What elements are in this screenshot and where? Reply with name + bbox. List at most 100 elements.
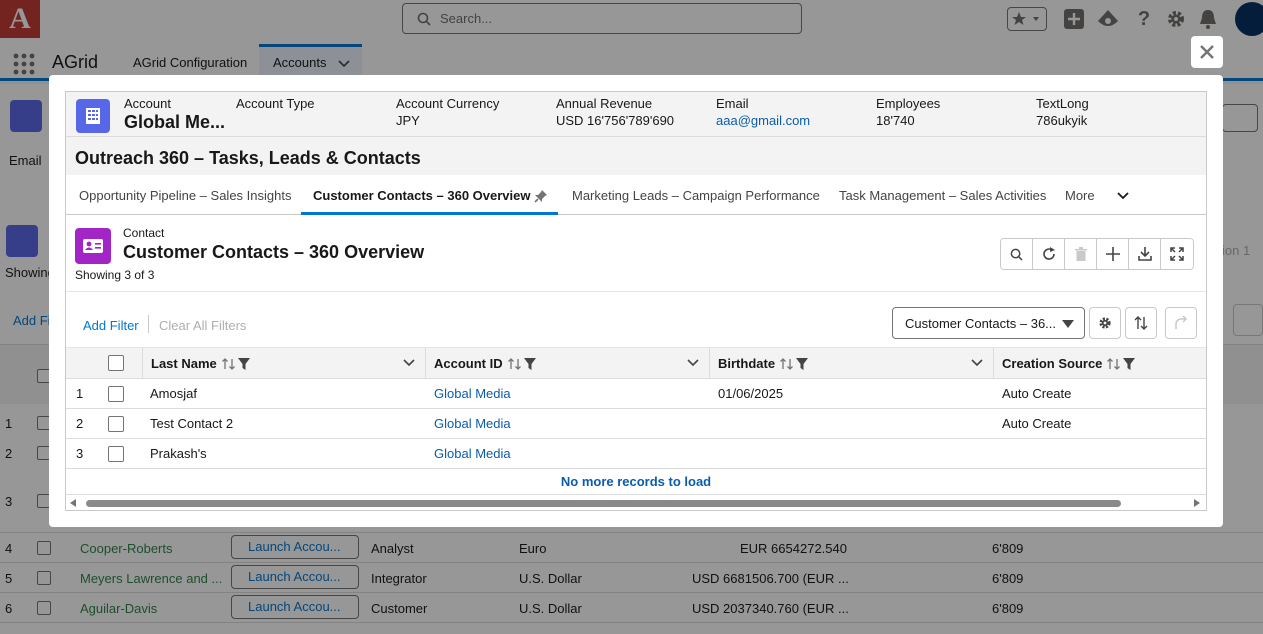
field-label: Account Currency [396, 96, 500, 111]
chevron-down-icon [1117, 192, 1129, 200]
redo-icon [1174, 316, 1188, 330]
tab-more[interactable]: More [1053, 175, 1143, 215]
card-title: Outreach 360 – Tasks, Leads & Contacts [75, 148, 421, 168]
search-icon [1010, 248, 1023, 261]
column-menu-chevron-icon[interactable] [687, 359, 699, 367]
filter-divider [148, 315, 149, 333]
scrollbar-thumb[interactable] [86, 500, 1121, 507]
download-icon [1137, 247, 1152, 261]
account-icon [76, 99, 110, 133]
email-link[interactable]: aaa@gmail.com [716, 112, 810, 130]
clear-all-filters-link[interactable]: Clear All Filters [159, 318, 246, 333]
birthdate-cell: 01/06/2025 [718, 386, 784, 401]
close-icon [1199, 44, 1215, 60]
pin-icon[interactable] [534, 189, 548, 203]
card-header: Outreach 360 – Tasks, Leads & Contacts [66, 137, 1206, 175]
tab-opportunity-pipeline[interactable]: Opportunity Pipeline – Sales Insights [67, 175, 303, 215]
tab-more-label: More [1065, 188, 1095, 203]
object-label: Contact [123, 226, 165, 240]
filter-icon [237, 357, 250, 370]
list-view-selected: Customer Contacts – 36... [905, 315, 1057, 331]
column-header-birthdate[interactable]: Birthdate [709, 348, 993, 379]
row-checkbox[interactable] [108, 446, 124, 462]
column-label: Birthdate [718, 356, 776, 371]
field-account: Account Global Me... [124, 96, 225, 133]
refresh-button[interactable] [1033, 239, 1065, 269]
table-row[interactable]: 2 Test Contact 2 Global Media Auto Creat… [66, 409, 1206, 439]
no-more-records-message: No more records to load [560, 474, 712, 489]
field-annual-revenue: Annual Revenue USD 16'756'789'690 [556, 96, 674, 130]
filter-icon [1123, 357, 1136, 370]
field-employees: Employees 18'740 [876, 96, 940, 130]
row-number: 2 [76, 416, 84, 431]
tab-task-management[interactable]: Task Management – Sales Activities [827, 175, 1058, 215]
download-button[interactable] [1129, 239, 1161, 269]
account-link[interactable]: Global Media [434, 409, 511, 439]
field-value: 18'740 [876, 113, 915, 128]
field-label: Employees [876, 96, 941, 111]
field-value: 786ukyik [1036, 113, 1088, 128]
sort-arrows-icon[interactable] [780, 357, 809, 370]
column-header-account-id[interactable]: Account ID [425, 348, 709, 379]
expand-button[interactable] [1161, 239, 1193, 269]
plus-icon [1105, 247, 1120, 261]
list-header: Contact Customer Contacts – 360 Overview… [66, 216, 1206, 292]
row-number: 1 [76, 386, 84, 401]
field-email: Email aaa@gmail.com [716, 96, 810, 130]
record-highlights-panel: Account Global Me... Account Type Account… [66, 92, 1206, 137]
row-checkbox[interactable] [108, 386, 124, 402]
last-name-cell: Prakash's [150, 446, 207, 461]
account-link[interactable]: Global Media [434, 439, 511, 469]
sort-arrows-icon[interactable] [507, 357, 536, 370]
expand-icon [1170, 247, 1184, 261]
caret-down-icon [1062, 320, 1074, 328]
field-label: Account [124, 96, 171, 111]
sort-arrows-icon[interactable] [221, 357, 250, 370]
column-header-creation-source[interactable]: Creation Source [993, 348, 1206, 379]
select-all-checkbox[interactable] [108, 355, 124, 371]
add-filter-link[interactable]: Add Filter [83, 318, 139, 333]
filter-icon [523, 357, 536, 370]
horizontal-scrollbar[interactable] [66, 494, 1206, 510]
field-account-type: Account Type [236, 96, 315, 112]
column-label: Last Name [151, 356, 217, 371]
row-number: 3 [76, 446, 84, 461]
scroll-left-arrow-icon[interactable] [70, 499, 76, 507]
account-link[interactable]: Global Media [434, 379, 511, 409]
view-settings-button[interactable] [1089, 307, 1121, 339]
row-checkbox[interactable] [108, 416, 124, 432]
record-count: Showing 3 of 3 [75, 268, 155, 282]
search-button[interactable] [1001, 239, 1033, 269]
close-modal-button[interactable] [1191, 36, 1223, 68]
delete-button[interactable] [1065, 239, 1097, 269]
table-row[interactable]: 3 Prakash's Global Media [66, 439, 1206, 469]
column-label: Account ID [434, 356, 503, 371]
field-label: Annual Revenue [556, 96, 653, 111]
list-view-select[interactable]: Customer Contacts – 36... [892, 307, 1085, 339]
last-name-cell: Test Contact 2 [150, 416, 234, 431]
filter-icon [796, 357, 809, 370]
account-name: Global Me... [124, 112, 226, 132]
table-row[interactable]: 1 Amosjaf Global Media 01/06/2025 Auto C… [66, 379, 1206, 409]
list-actions-group [1000, 238, 1194, 270]
modal-content: Account Global Me... Account Type Account… [65, 91, 1207, 511]
column-menu-chevron-icon[interactable] [403, 359, 415, 367]
sort-icon [1134, 316, 1148, 330]
field-label: Email [716, 96, 749, 111]
sort-button[interactable] [1125, 307, 1157, 339]
column-menu-chevron-icon[interactable] [971, 359, 983, 367]
field-label: TextLong [1036, 96, 1089, 111]
trash-icon [1074, 247, 1087, 261]
last-name-cell: Amosjaf [150, 386, 197, 401]
creation-source-cell: Auto Create [1002, 386, 1072, 401]
sort-arrows-icon[interactable] [1107, 357, 1136, 370]
tab-customer-contacts[interactable]: Customer Contacts – 360 Overview [301, 175, 558, 215]
scroll-right-arrow-icon[interactable] [1194, 499, 1200, 507]
add-record-button[interactable] [1097, 239, 1129, 269]
contact-icon [75, 228, 111, 264]
tab-marketing-leads[interactable]: Marketing Leads – Campaign Performance [560, 175, 832, 215]
redo-button[interactable] [1165, 307, 1197, 339]
creation-source-cell: Auto Create [1002, 416, 1072, 431]
column-header-last-name[interactable]: Last Name [142, 348, 425, 379]
column-label: Creation Source [1002, 356, 1103, 371]
